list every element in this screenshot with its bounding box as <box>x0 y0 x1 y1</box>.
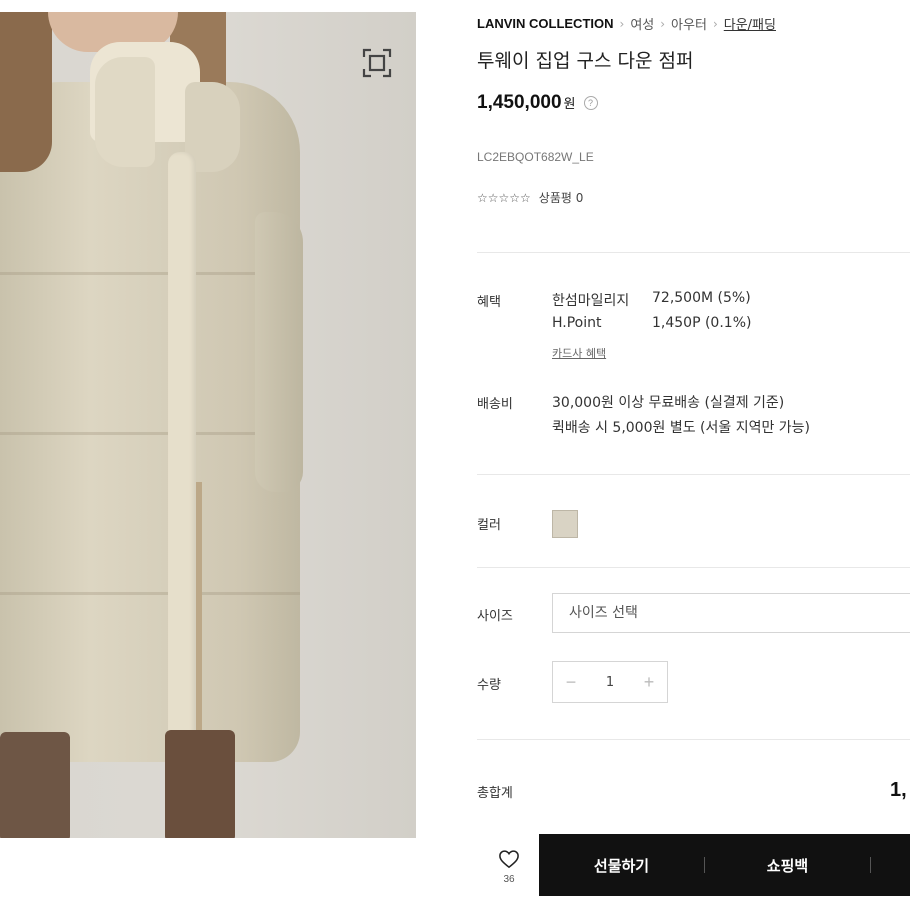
card-benefit-link[interactable]: 카드사 혜택 <box>552 345 606 361</box>
breadcrumb-item[interactable]: 여성 <box>630 14 654 33</box>
divider <box>477 739 910 740</box>
shipping-line: 30,000원 이상 무료배송 (실결제 기준) <box>552 395 785 411</box>
product-title: 투웨이 집업 구스 다운 점퍼 <box>477 50 694 72</box>
benefits-label: 혜택 <box>477 295 501 310</box>
breadcrumb-brand[interactable]: LANVIN COLLECTION <box>477 16 614 31</box>
breadcrumb-item[interactable]: 다운/패딩 <box>724 14 776 33</box>
divider <box>477 474 910 475</box>
increase-button[interactable]: + <box>631 662 667 702</box>
chevron-right-icon: › <box>660 16 666 31</box>
quantity-label: 수량 <box>477 678 501 693</box>
product-price: 1,450,000 원? <box>477 92 598 114</box>
benefit-value: 72,500M (5%) <box>652 290 751 306</box>
color-label: 컬러 <box>477 518 501 533</box>
hair-shape <box>0 12 52 172</box>
heart-icon <box>499 850 519 869</box>
breadcrumb-item[interactable]: 아우터 <box>671 14 707 33</box>
coat-zipper-placket <box>168 152 196 762</box>
benefit-name: H.Point <box>552 315 602 331</box>
purchase-action-bar: 선물하기 쇼핑백 <box>539 834 910 896</box>
boot-shape <box>165 730 235 838</box>
star-rating-icon: ☆☆☆☆☆ <box>477 190 531 205</box>
quantity-value: 1 <box>605 674 615 690</box>
product-image[interactable] <box>0 12 416 838</box>
gift-button[interactable]: 선물하기 <box>539 834 704 896</box>
price-value: 1,450,000 <box>477 92 562 113</box>
shipping-label: 배송비 <box>477 397 513 412</box>
quantity-stepper: − 1 + <box>552 661 668 703</box>
size-select[interactable]: 사이즈 선택 <box>552 593 910 633</box>
boot-shape <box>0 732 70 838</box>
divider <box>870 857 871 873</box>
rating[interactable]: ☆☆☆☆☆ 상품평 0 <box>477 189 583 206</box>
coat-sleeve <box>255 212 303 492</box>
size-label: 사이즈 <box>477 609 513 624</box>
wishlist-count: 36 <box>503 874 515 885</box>
benefit-value: 1,450P (0.1%) <box>652 315 752 331</box>
decrease-button[interactable]: − <box>553 662 589 702</box>
shopping-bag-button[interactable]: 쇼핑백 <box>705 834 870 896</box>
chevron-right-icon: › <box>619 16 625 31</box>
total-value: 1, <box>890 779 907 801</box>
total-label: 총합계 <box>477 786 513 801</box>
divider <box>477 567 910 568</box>
help-icon[interactable]: ? <box>583 95 598 110</box>
chevron-right-icon: › <box>712 16 718 31</box>
breadcrumb: LANVIN COLLECTION › 여성 › 아우터 › 다운/패딩 <box>477 14 776 33</box>
coat-collar <box>95 57 155 167</box>
product-code: LC2EBQOT682W_LE <box>477 150 594 164</box>
wishlist-button[interactable]: 36 <box>490 845 528 889</box>
benefit-name: 한섬마일리지 <box>552 293 630 309</box>
shipping-line: 퀵배송 시 5,000원 별도 (서울 지역만 가능) <box>552 420 811 436</box>
color-swatch[interactable] <box>552 510 578 538</box>
price-unit: 원 <box>563 96 576 111</box>
expand-icon[interactable] <box>362 48 392 78</box>
quilt-line <box>0 592 300 595</box>
review-count: 상품평 0 <box>538 191 584 205</box>
divider <box>477 252 910 253</box>
